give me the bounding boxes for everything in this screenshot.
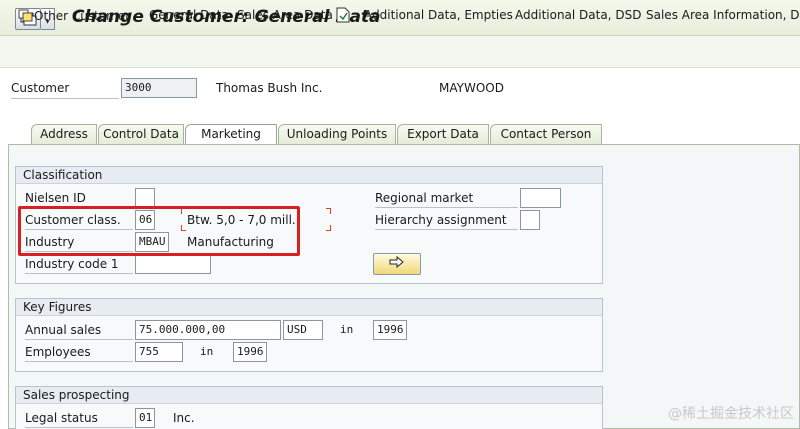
- industry-code-label: Industry code 1: [25, 257, 133, 274]
- customer-city: MAYWOOD: [439, 81, 504, 95]
- employees-in-label: in: [200, 345, 214, 358]
- tab-address[interactable]: Address: [31, 124, 97, 144]
- sales-prospecting-title: Sales prospecting: [16, 387, 602, 404]
- currency-field[interactable]: USD: [283, 320, 323, 340]
- hierarchy-details-button[interactable]: [373, 253, 421, 275]
- industry-code-field[interactable]: [135, 254, 211, 274]
- employees-label: Employees: [25, 345, 133, 362]
- annual-sales-field[interactable]: 75.000.000,00: [135, 320, 281, 340]
- key-figures-title: Key Figures: [16, 299, 602, 316]
- classification-title: Classification: [16, 167, 602, 184]
- application-toolbar: [0, 36, 800, 68]
- bracket-bottom-right: [326, 225, 331, 231]
- legal-status-field[interactable]: 01: [135, 408, 155, 428]
- tab-contact-person[interactable]: Contact Person: [490, 124, 602, 144]
- hierarchy-assignment-field[interactable]: [520, 210, 540, 230]
- customer-number-field[interactable]: 3000: [121, 78, 197, 98]
- regional-market-field[interactable]: [520, 188, 561, 208]
- highlight-box: [18, 206, 300, 256]
- additional-data-empties-button[interactable]: Additional Data, Empties: [364, 8, 513, 22]
- tab-unloading-points[interactable]: Unloading Points: [278, 124, 396, 144]
- customer-name: Thomas Bush Inc.: [216, 81, 323, 95]
- other-customer-button[interactable]: Other Customer: [18, 8, 130, 23]
- regional-market-label: Regional market: [375, 191, 518, 208]
- annual-sales-year-field[interactable]: 1996: [373, 320, 407, 340]
- sales-area-data-button[interactable]: Sales Area Data: [237, 8, 333, 22]
- sales-area-info-dsd-button[interactable]: Sales Area Information, DSD: [646, 8, 800, 22]
- legal-status-description: Inc.: [173, 411, 195, 425]
- bracket-top-right: [326, 208, 331, 214]
- other-customer-label: Other Customer: [34, 9, 131, 23]
- tab-control-data[interactable]: Control Data: [98, 124, 184, 144]
- tab-export-data[interactable]: Export Data: [397, 124, 489, 144]
- other-object-icon: [18, 9, 33, 22]
- annual-sales-in-label: in: [340, 323, 354, 336]
- arrow-right-icon: [389, 255, 404, 269]
- hierarchy-assignment-label: Hierarchy assignment: [375, 213, 518, 230]
- additional-data-dsd-button[interactable]: Additional Data, DSD: [515, 8, 641, 22]
- watermark: @稀土掘金技术社区: [668, 406, 794, 422]
- employees-year-field[interactable]: 1996: [233, 342, 267, 362]
- legal-status-label: Legal status: [25, 411, 133, 428]
- employees-field[interactable]: 755: [135, 342, 183, 362]
- document-icon[interactable]: [336, 7, 350, 26]
- annual-sales-label: Annual sales: [25, 323, 133, 340]
- nielsen-id-field[interactable]: [135, 188, 155, 208]
- customer-label: Customer: [11, 81, 119, 99]
- general-data-button[interactable]: General Data: [149, 8, 229, 22]
- tab-marketing[interactable]: Marketing: [185, 124, 277, 145]
